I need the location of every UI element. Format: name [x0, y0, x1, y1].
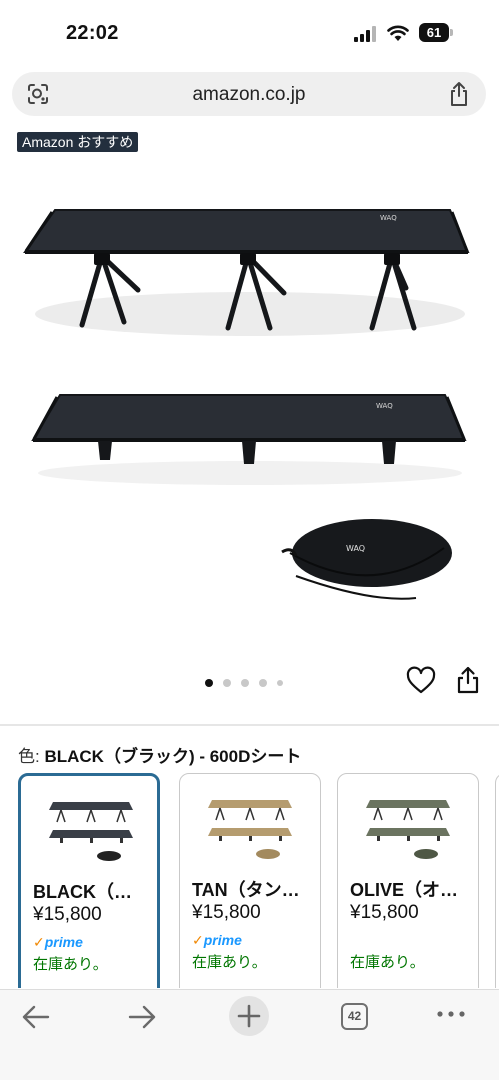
variant-price: ¥15,800 [192, 902, 261, 923]
status-time: 22:02 [66, 22, 119, 44]
pager-dot-4[interactable] [259, 679, 267, 687]
variant-price: ¥15,800 [33, 904, 102, 925]
variant-name: OLIVE（オ… [350, 880, 459, 900]
prime-badge: ✓prime [192, 932, 242, 949]
pager-dot-1[interactable] [205, 679, 213, 687]
back-arrow-icon[interactable] [22, 1004, 50, 1030]
color-selection-label: 色: BLACK（ブラック) - 600Dシート [18, 742, 301, 767]
plus-icon [237, 1004, 261, 1028]
wifi-icon [387, 25, 409, 41]
variant-stock: 在庫あり。 [350, 954, 425, 971]
share-icon[interactable] [447, 81, 471, 107]
variant-name: TAN（タン… [192, 880, 300, 900]
forward-arrow-icon[interactable] [128, 1004, 156, 1030]
pager-dot-3[interactable] [241, 679, 249, 687]
variant-name: BLACK（… [33, 882, 132, 902]
prime-check-icon: ✓ [33, 934, 45, 950]
selected-color: BLACK（ブラック) - 600Dシート [44, 747, 302, 766]
section-divider [0, 724, 499, 726]
cellular-signal-icon [354, 26, 376, 42]
prime-badge: ✓prime [33, 934, 83, 951]
pager-dot-2[interactable] [223, 679, 231, 687]
prime-label: prime [44, 934, 83, 950]
new-tab-button[interactable] [229, 996, 269, 1036]
variant-stock: 在庫あり。 [192, 954, 267, 971]
variant-thumbnail [366, 800, 450, 859]
variant-stock: 在庫あり。 [33, 956, 108, 973]
variant-thumbnail [49, 802, 133, 861]
browser-toolbar: 42 [0, 989, 499, 1080]
status-bar: 22:02 61 [0, 0, 499, 66]
brand-mark-1: WAQ [380, 214, 397, 222]
color-variant-list[interactable]: BLACK（… ¥15,800 ✓prime 在庫あり。 TAN（タン… ¥15… [18, 773, 499, 988]
more-options-icon[interactable] [436, 1009, 466, 1019]
variant-thumbnail [208, 800, 292, 859]
share-icon[interactable] [455, 665, 481, 695]
tab-switcher-button[interactable]: 42 [341, 1003, 368, 1030]
variant-card-olive[interactable]: OLIVE（オ… ¥15,800 在庫あり。 [337, 773, 479, 988]
pager-dot-5[interactable] [277, 680, 283, 686]
variant-card-tan[interactable]: TAN（タン… ¥15,800 ✓prime 在庫あり。 [179, 773, 321, 988]
prime-label: prime [203, 932, 242, 948]
prime-check-icon: ✓ [192, 932, 204, 948]
amazon-choice-badge: Amazon おすすめ [17, 132, 139, 152]
product-image: WAQ WAQ WAQ [23, 209, 470, 600]
variant-card-more[interactable] [495, 773, 499, 988]
battery-icon: 61 [419, 23, 453, 42]
product-image-gallery[interactable]: WAQ WAQ WAQ Amazon おすすめ [0, 128, 499, 723]
url-text[interactable]: amazon.co.jp [12, 84, 486, 106]
brand-mark-3: WAQ [346, 544, 365, 553]
variant-price: ¥15,800 [350, 902, 419, 923]
image-pager[interactable] [205, 676, 283, 690]
color-prefix: 色: [18, 747, 40, 766]
battery-level: 61 [419, 23, 449, 42]
heart-icon[interactable] [406, 666, 436, 696]
brand-mark-2: WAQ [376, 402, 393, 410]
variant-card-black[interactable]: BLACK（… ¥15,800 ✓prime 在庫あり。 [18, 773, 160, 988]
address-bar[interactable]: amazon.co.jp [12, 72, 486, 116]
